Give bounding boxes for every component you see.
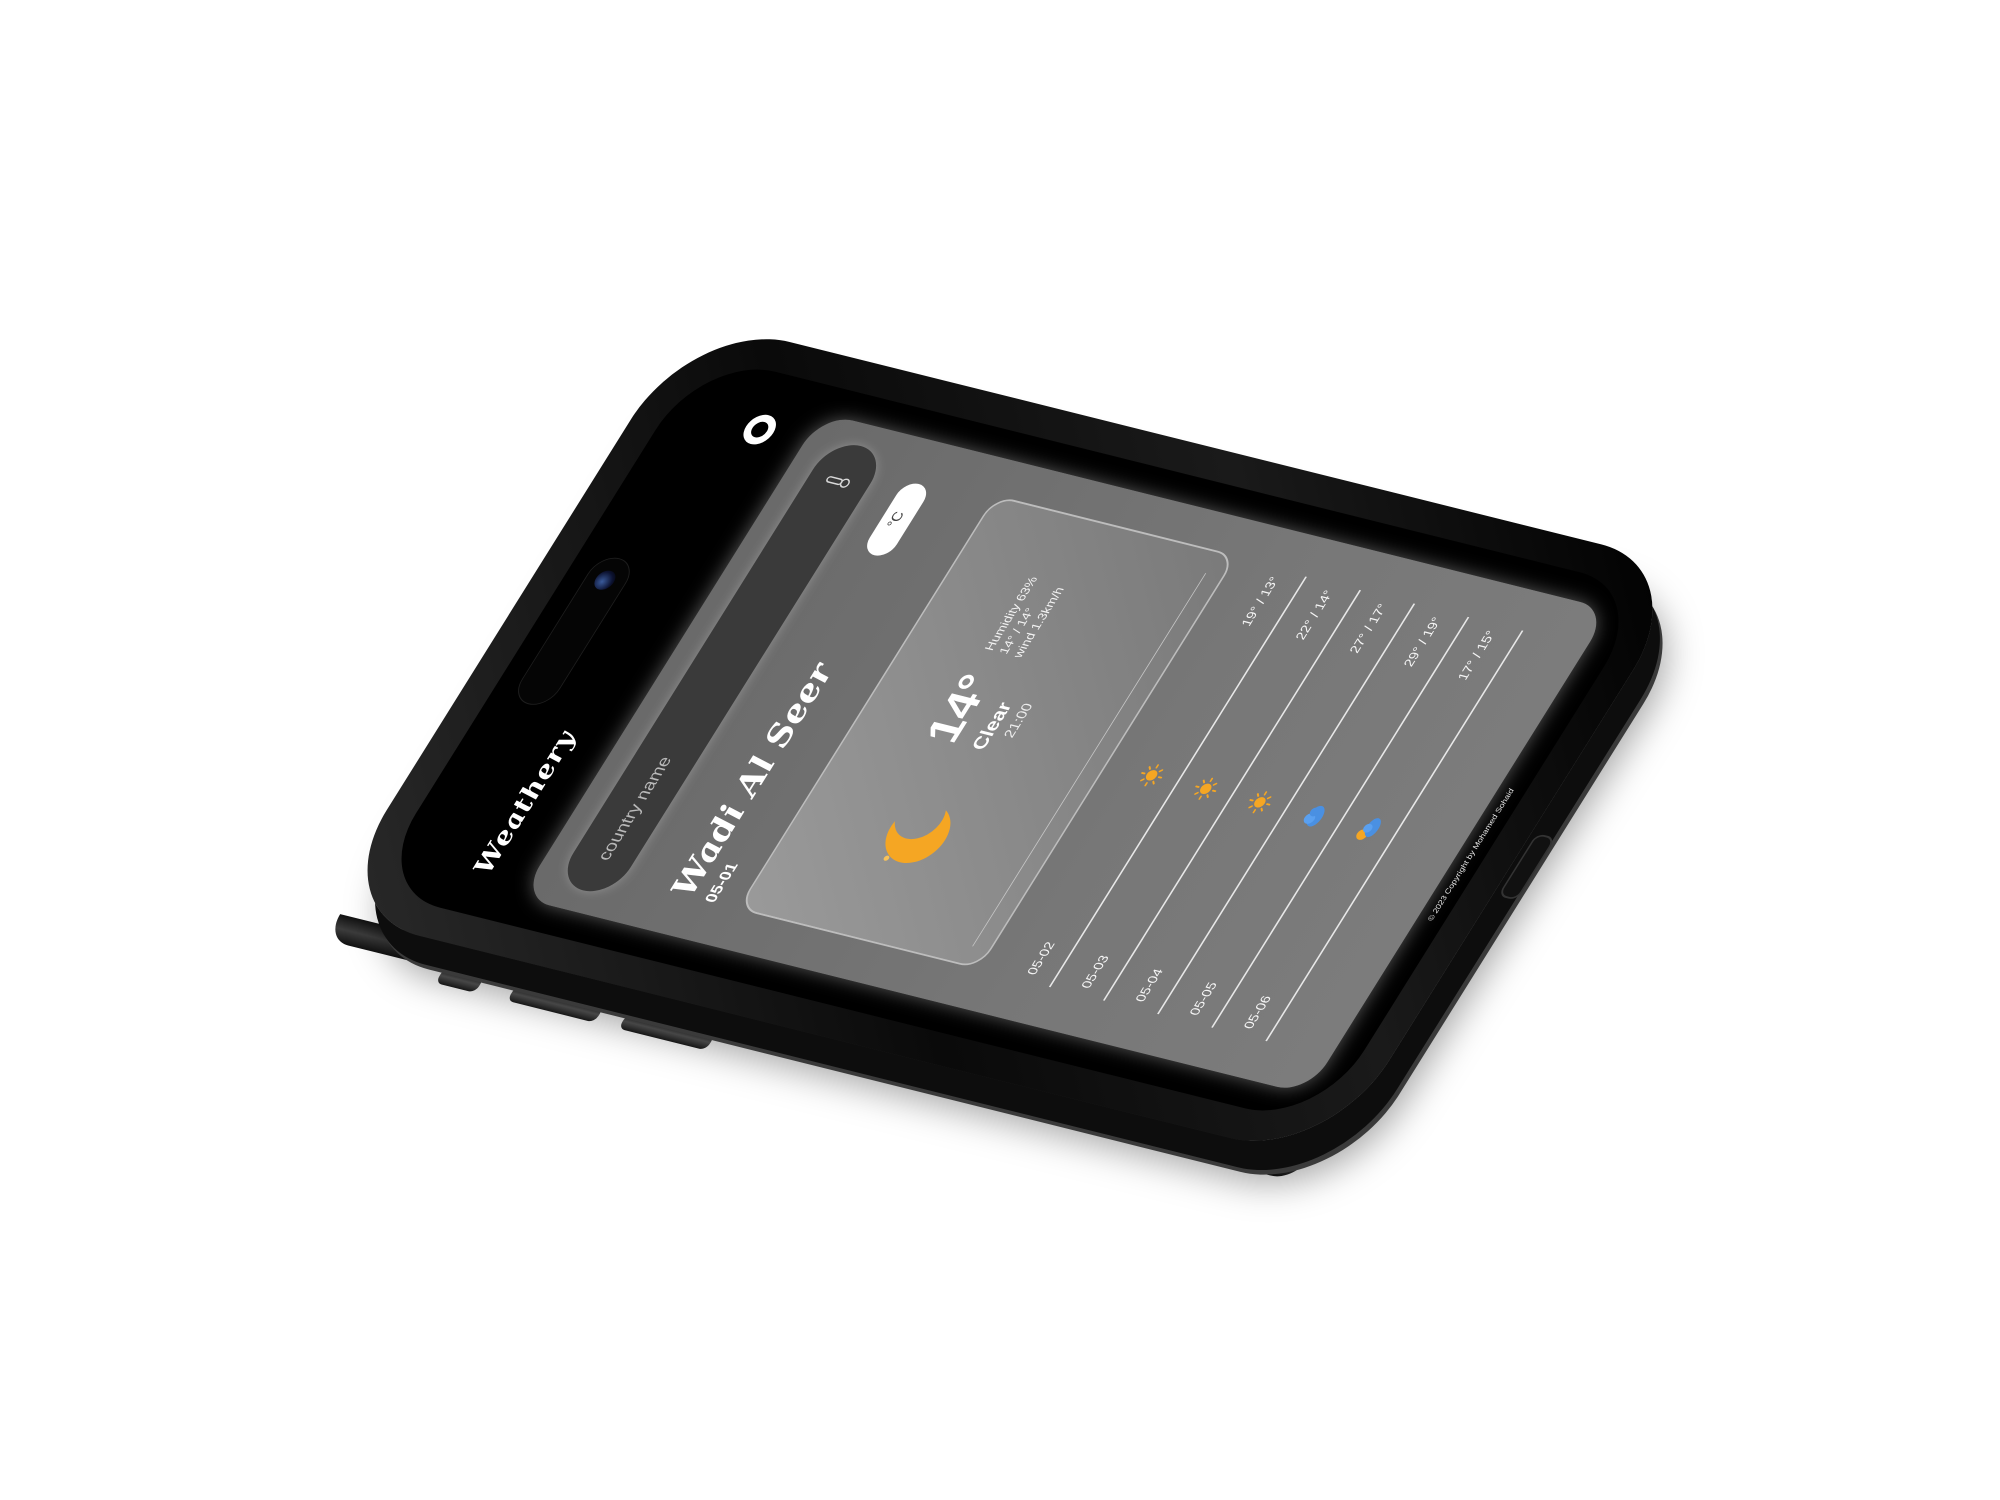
sun-icon <box>1248 791 1272 814</box>
phone-body: Weathery °C Wadi Al Seer 05-01 <box>323 318 1697 1162</box>
unit-toggle[interactable]: °C <box>860 480 933 559</box>
forecast-date: 05-02 <box>1024 940 1059 977</box>
thermometer-icon[interactable] <box>820 470 854 493</box>
sun-icon <box>1140 764 1164 787</box>
phone-mockup: Weathery °C Wadi Al Seer 05-01 <box>323 318 1697 1182</box>
forecast-date: 05-06 <box>1240 994 1275 1031</box>
moon-cloud-icon <box>883 810 951 863</box>
charging-port <box>1497 833 1556 901</box>
camera-lens <box>590 568 620 592</box>
forecast-range: 19° / 13° <box>1238 575 1283 628</box>
github-icon[interactable] <box>737 411 783 448</box>
forecast-range: 29° / 19° <box>1400 615 1446 669</box>
forecast-range: 22° / 14° <box>1292 588 1337 642</box>
cloud-rain-icon <box>1303 805 1325 827</box>
forecast-date: 05-04 <box>1132 967 1167 1004</box>
current-details: Humidity 63% 14° / 14° wind 1.3km/h <box>981 575 1070 659</box>
sun-icon <box>1194 777 1218 800</box>
forecast-date: 05-03 <box>1078 953 1113 990</box>
stage: Weathery °C Wadi Al Seer 05-01 <box>0 0 2000 1500</box>
forecast-range: 27° / 17° <box>1346 602 1392 655</box>
forecast-date: 05-05 <box>1186 980 1221 1017</box>
sun-cloud-icon <box>1356 818 1381 840</box>
forecast-range: 17° / 15° <box>1455 629 1500 682</box>
